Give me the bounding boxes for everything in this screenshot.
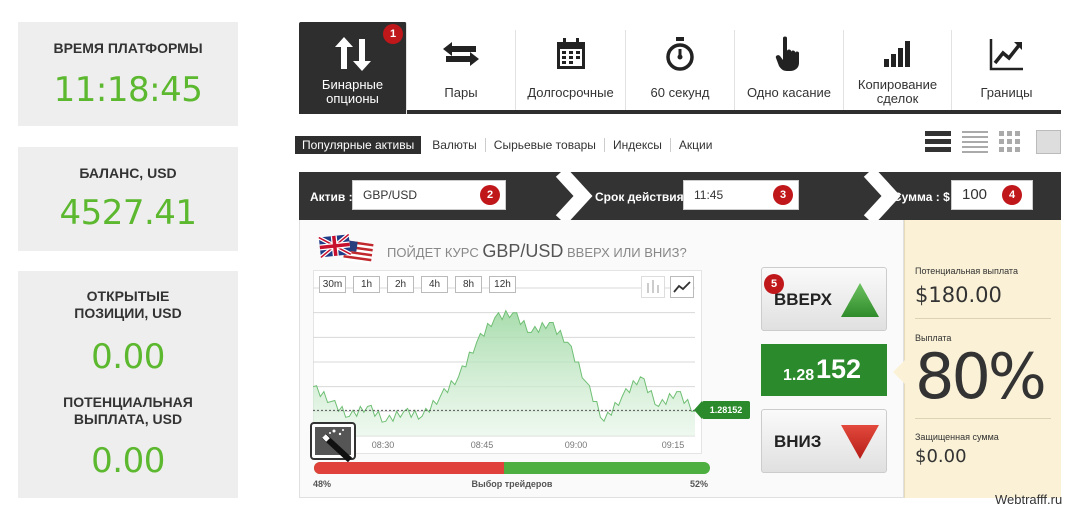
x-tick-label: 08:30: [372, 440, 395, 450]
payout-divider: [915, 418, 1051, 419]
subnav-popular[interactable]: Популярные активы: [295, 136, 422, 154]
tab-label: Копирование сделок: [857, 77, 938, 106]
view-list-compact-icon[interactable]: [962, 130, 988, 154]
payout-divider: [915, 318, 1051, 319]
up-label: ВВЕРХ: [774, 290, 832, 309]
timeframe-12h[interactable]: 12h: [489, 276, 516, 293]
chart-magic-tool-icon[interactable]: [310, 422, 362, 464]
tab-60-seconds[interactable]: 60 секунд: [626, 30, 735, 110]
view-single-icon[interactable]: [1036, 130, 1061, 154]
timeframe-4h[interactable]: 4h: [421, 276, 448, 293]
up-arrow-icon: [841, 283, 879, 317]
potential-payout-title: Потенциальная выплата: [915, 266, 1018, 276]
down-label: ВНИЗ: [774, 432, 822, 451]
tab-label: Долгосрочные: [527, 85, 614, 100]
protected-amount-title: Защищенная сумма: [915, 432, 999, 442]
left-right-arrows-icon: [407, 34, 515, 74]
potential-payout-value: 0.00: [91, 441, 165, 481]
view-grid-icon[interactable]: [999, 130, 1025, 154]
tab-label: 60 секунд: [650, 85, 710, 100]
sentiment-left-fill: [314, 462, 505, 474]
sentiment-label: Выбор трейдеров: [471, 479, 553, 489]
tab-copy-trading[interactable]: Копирование сделок: [844, 30, 952, 110]
x-tick-label: 09:00: [565, 440, 588, 450]
price-area: [313, 310, 695, 436]
line-chart-icon[interactable]: [670, 276, 694, 298]
down-arrow-icon: [841, 425, 879, 459]
step-badge: 5: [764, 274, 784, 294]
potential-payout-amount: $180.00: [915, 283, 1002, 307]
subnav-currencies[interactable]: Валюты: [424, 138, 485, 152]
watermark: Webtrafff.ru: [995, 492, 1063, 507]
amount-label: Сумма : $: [893, 190, 950, 204]
question-pair: GBP/USD: [482, 241, 564, 261]
payout-notch: [893, 360, 905, 384]
stopwatch-icon: [626, 34, 734, 74]
pointing-hand-icon: [735, 34, 843, 74]
x-tick-label: 08:45: [471, 440, 494, 450]
asset-category-nav: Популярные активы Валюты Сырьевые товары…: [295, 136, 720, 154]
direction-question: ПОЙДЕТ КУРС GBP/USD ВВЕРХ ИЛИ ВНИЗ?: [387, 241, 687, 262]
balance-label: БАЛАНС, USD: [79, 165, 177, 181]
tab-label: Одно касание: [746, 85, 832, 100]
open-positions-label: ОТКРЫТЫЕ ПОЗИЦИИ, USD: [74, 288, 182, 321]
calendar-icon: [516, 34, 625, 74]
x-tick-label: 09:15: [662, 440, 685, 450]
price-prefix: 1.28: [783, 367, 815, 384]
tab-long-term[interactable]: Долгосрочные: [516, 30, 626, 110]
current-price-display: 1.28 152: [761, 344, 887, 396]
tab-boundaries[interactable]: Границы: [952, 30, 1061, 110]
put-down-button[interactable]: ВНИЗ: [761, 409, 887, 473]
question-prefix: ПОЙДЕТ КУРС: [387, 245, 479, 260]
candle-chart-icon[interactable]: [641, 276, 665, 298]
platform-time-value: 11:18:45: [53, 70, 203, 110]
trend-up-icon: [952, 34, 1061, 74]
subnav-stocks[interactable]: Акции: [669, 138, 721, 152]
step-badge: 4: [1002, 185, 1022, 205]
tab-label: Бинарные опционы: [321, 77, 384, 106]
positions-card: ОТКРЫТЫЕ ПОЗИЦИИ, USD 0.00 ПОТЕНЦИАЛЬНАЯ…: [18, 271, 238, 498]
step-badge: 2: [480, 185, 500, 205]
question-suffix: ВВЕРХ ИЛИ ВНИЗ?: [567, 245, 687, 260]
sentiment-right-pct: 52%: [690, 479, 709, 489]
signal-bars-icon: [844, 34, 951, 74]
tab-pairs[interactable]: Пары: [407, 30, 516, 110]
subnav-commodities[interactable]: Сырьевые товары: [484, 138, 604, 152]
timeframe-2h[interactable]: 2h: [387, 276, 414, 293]
tab-label: Границы: [980, 85, 1033, 100]
current-price-tag-pointer: [694, 401, 702, 420]
platform-time-card: ВРЕМЯ ПЛАТФОРМЫ 11:18:45: [18, 22, 238, 126]
step-badge: 3: [773, 185, 793, 205]
view-list-large-icon[interactable]: [925, 130, 951, 154]
protected-amount-value: $0.00: [915, 446, 967, 467]
price-main: 152: [816, 354, 862, 384]
subnav-indices[interactable]: Индексы: [603, 138, 670, 152]
timeframe-1h[interactable]: 1h: [353, 276, 380, 293]
balance-value: 4527.41: [59, 193, 197, 233]
platform-time-label: ВРЕМЯ ПЛАТФОРМЫ: [53, 40, 203, 56]
asset-label: Актив :: [310, 190, 353, 204]
tab-one-touch[interactable]: Одно касание: [735, 30, 844, 110]
uk-us-flag-icon: [317, 232, 374, 268]
tab-label: Пары: [444, 85, 478, 100]
expiry-label: Срок действия :: [595, 190, 691, 204]
open-positions-value: 0.00: [91, 337, 165, 377]
potential-payout-label: ПОТЕНЦИАЛЬНАЯ ВЫПЛАТА, USD: [63, 394, 193, 427]
balance-card: БАЛАНС, USD 4527.41: [18, 147, 238, 251]
step-badge: 1: [383, 24, 403, 44]
timeframe-8h[interactable]: 8h: [455, 276, 482, 293]
timeframe-30m[interactable]: 30m: [319, 276, 346, 293]
tabs-underline: [299, 110, 1061, 114]
current-price-tag: 1.28152: [702, 401, 750, 420]
payout-percent: 80%: [915, 340, 1047, 413]
sentiment-bar: [314, 462, 710, 474]
